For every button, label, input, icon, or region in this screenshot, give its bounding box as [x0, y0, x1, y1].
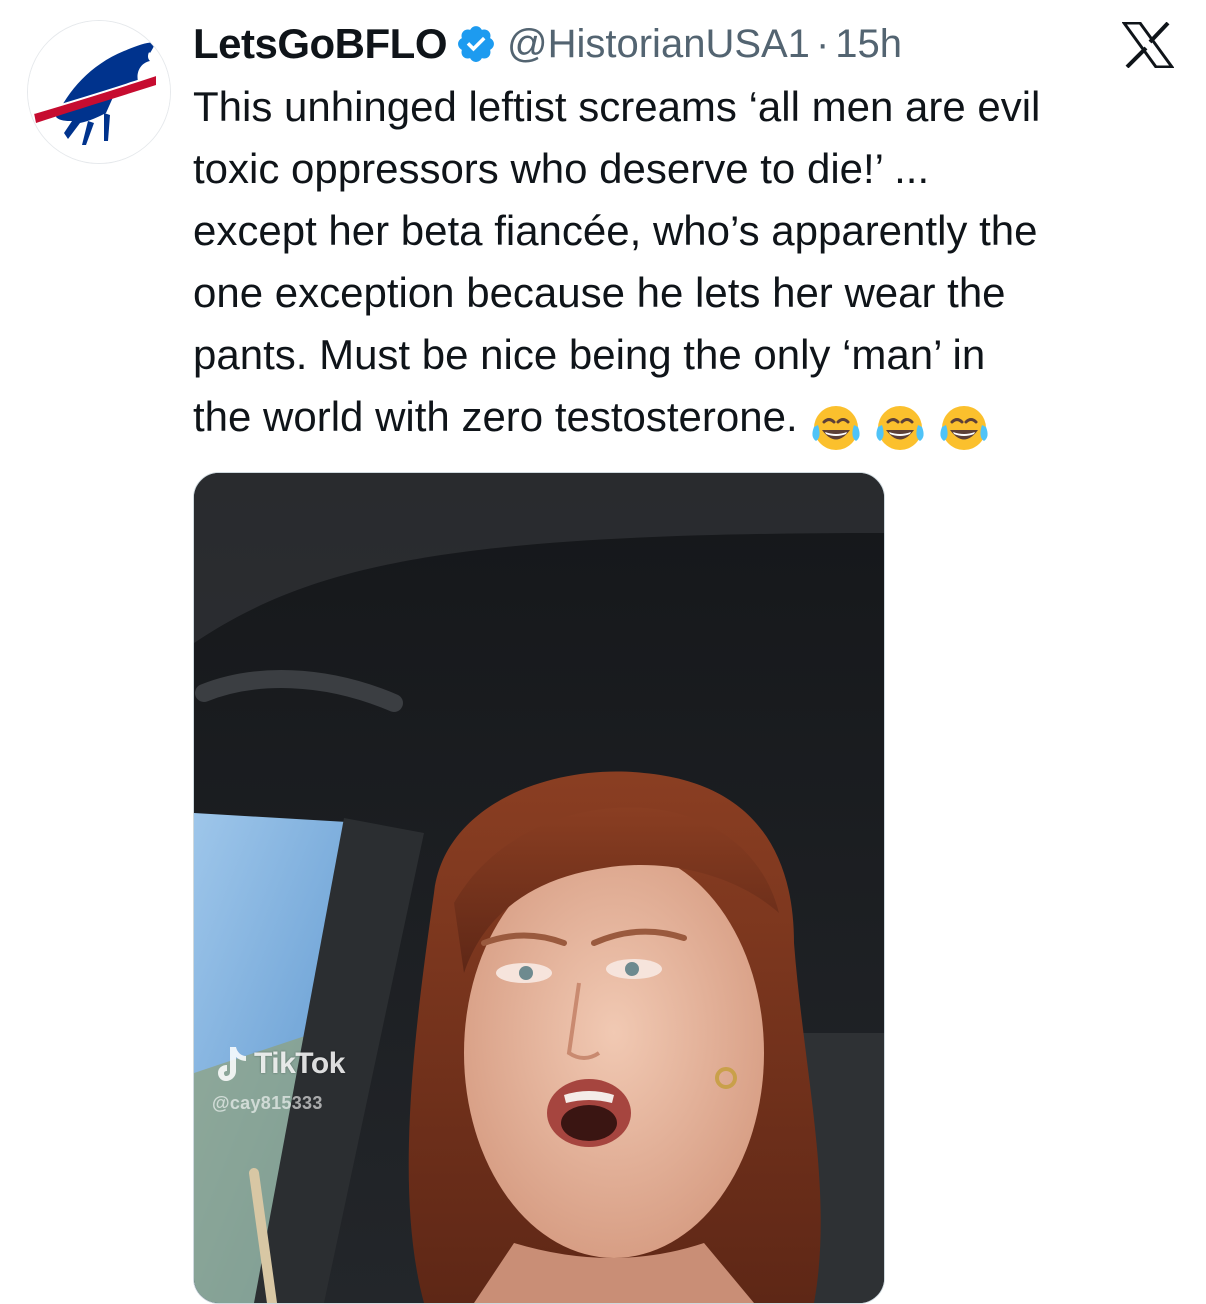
face-with-tears-of-joy-icon [872, 403, 928, 453]
face-with-tears-of-joy-icon [808, 403, 864, 453]
tweet-text-line: This unhinged leftist screams ‘all men a… [193, 83, 1041, 130]
tweet-video[interactable]: TikTok @cay815333 [193, 472, 885, 1304]
tiktok-username: @cay815333 [212, 1093, 323, 1113]
separator-dot: · [815, 21, 830, 66]
tweet-text-line: except her beta fiancée, who’s apparentl… [193, 207, 1038, 254]
tweet-text-line: toxic oppressors who deserve to die!’ ..… [193, 145, 930, 192]
tweet-text: This unhinged leftist screams ‘all men a… [193, 76, 1183, 456]
tiktok-icon [216, 1045, 248, 1083]
author-avatar[interactable] [27, 20, 171, 164]
tweet-header: LetsGoBFLO @HistorianUSA1 · 15h [193, 16, 902, 72]
timestamp[interactable]: 15h [835, 22, 902, 67]
author-display-name[interactable]: LetsGoBFLO [193, 20, 448, 68]
x-logo-icon [1122, 22, 1174, 68]
tweet-text-last-line: the world with zero testosterone. [193, 386, 1183, 456]
author-handle[interactable]: @HistorianUSA1 [507, 22, 810, 67]
tiktok-brand-label: TikTok [254, 1047, 345, 1080]
tweet-text-line: pants. Must be nice being the only ‘man’… [193, 331, 986, 378]
face-with-tears-of-joy-icon [936, 403, 992, 453]
tiktok-watermark: TikTok [216, 1045, 345, 1083]
verified-badge-icon [455, 23, 497, 65]
bills-buffalo-logo-icon [28, 21, 170, 163]
video-frame [194, 473, 884, 1303]
tweet-text-line: the world with zero testosterone. [193, 393, 798, 440]
emoji-group [808, 394, 1000, 456]
tweet-text-line: one exception because he lets her wear t… [193, 269, 1006, 316]
